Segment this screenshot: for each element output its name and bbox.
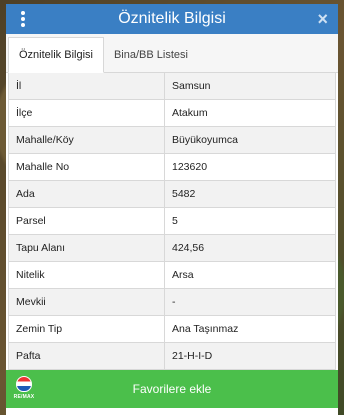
table-row: Pafta 21-H-I-D: [9, 343, 335, 370]
table-row: Mahalle No 123620: [9, 154, 335, 181]
add-to-favorites-label: Favorilere ekle: [132, 382, 212, 396]
kebab-menu-icon[interactable]: [18, 11, 28, 27]
attribute-value: -: [172, 296, 176, 308]
attribute-key: Mevkii: [9, 289, 165, 315]
remax-logo: RE/MAX: [9, 376, 39, 408]
attribute-value: Atakum: [172, 107, 208, 119]
tab-building-list[interactable]: Bina/BB Listesi: [104, 38, 198, 72]
close-icon[interactable]: ×: [317, 9, 328, 30]
table-row: İlçe Atakum: [9, 100, 335, 127]
tab-bar: Öznitelik Bilgisi Bina/BB Listesi: [6, 34, 338, 73]
table-row: İl Samsun: [9, 73, 335, 100]
attribute-key: Tapu Alanı: [9, 235, 165, 261]
add-to-favorites-button[interactable]: Favorilere ekle: [6, 370, 338, 408]
attribute-value: 5: [172, 215, 178, 227]
attribute-key: İlçe: [9, 100, 165, 126]
attribute-value: Arsa: [172, 269, 194, 281]
attribute-key: Parsel: [9, 208, 165, 234]
balloon-icon: [16, 376, 32, 392]
table-row: Tapu Alanı 424,56: [9, 235, 335, 262]
attribute-key: Mahalle No: [9, 154, 165, 180]
table-row: Nitelik Arsa: [9, 262, 335, 289]
table-row: Parsel 5: [9, 208, 335, 235]
attribute-value: Ana Taşınmaz: [172, 323, 239, 335]
attribute-table: İl Samsun İlçe Atakum Mahalle/Köy Büyüko…: [8, 73, 336, 370]
attribute-key: Zemin Tip: [9, 316, 165, 342]
attribute-key: Pafta: [9, 343, 165, 369]
attribute-panel: Öznitelik Bilgisi × Öznitelik Bilgisi Bi…: [6, 4, 338, 415]
table-row: Zemin Tip Ana Taşınmaz: [9, 316, 335, 343]
attribute-value: Samsun: [172, 80, 211, 92]
attribute-value: Büyükoyumca: [172, 134, 238, 146]
table-row: Mevkii -: [9, 289, 335, 316]
panel-title: Öznitelik Bilgisi: [118, 10, 226, 27]
table-row: Ada 5482: [9, 181, 335, 208]
attribute-key: İl: [9, 73, 165, 99]
attribute-key: Ada: [9, 181, 165, 207]
attribute-value: 5482: [172, 188, 196, 200]
tab-attribute-info[interactable]: Öznitelik Bilgisi: [8, 37, 104, 73]
attribute-key: Nitelik: [9, 262, 165, 288]
attribute-value: 424,56: [172, 242, 205, 254]
attribute-value: 21-H-I-D: [172, 350, 213, 362]
table-row: Mahalle/Köy Büyükoyumca: [9, 127, 335, 154]
attribute-key: Mahalle/Köy: [9, 127, 165, 153]
logo-text: RE/MAX: [13, 394, 35, 400]
attribute-value: 123620: [172, 161, 208, 173]
panel-header: Öznitelik Bilgisi ×: [6, 4, 338, 34]
